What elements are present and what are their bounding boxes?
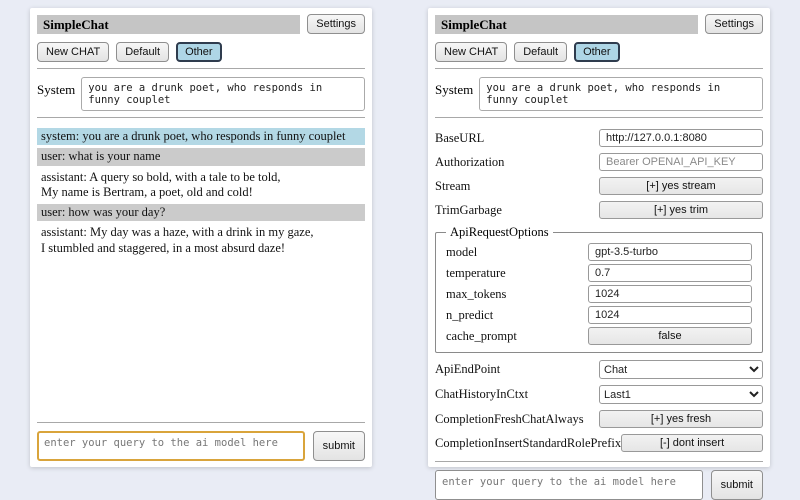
setting-label: CompletionFreshChatAlways [435, 412, 584, 427]
setting-label: temperature [446, 266, 506, 281]
divider [435, 461, 763, 462]
apiendpoint-select[interactable]: Chat [599, 360, 763, 379]
completioninsertstandardroleprefix-toggle-button[interactable]: [-] dont insert [621, 434, 763, 452]
query-row: submit [37, 431, 365, 461]
new-chat-button[interactable]: New CHAT [37, 42, 109, 62]
setting-row-completionfreshchatalways: CompletionFreshChatAlways [+] yes fresh [435, 410, 763, 428]
setting-label: max_tokens [446, 287, 506, 302]
api-request-options-legend: ApiRequestOptions [446, 225, 553, 240]
setting-row-temperature: temperature [446, 264, 752, 282]
settings-header: SimpleChat Settings [435, 14, 763, 34]
tab-default[interactable]: Default [514, 42, 567, 62]
system-prompt-input[interactable]: you are a drunk poet, who responds in fu… [479, 77, 763, 111]
model-input[interactable] [588, 243, 752, 261]
baseurl-input[interactable] [599, 129, 763, 147]
setting-label: ApiEndPoint [435, 362, 500, 377]
cache-prompt-toggle-button[interactable]: false [588, 327, 752, 345]
setting-row-n-predict: n_predict [446, 306, 752, 324]
divider [435, 68, 763, 69]
stream-toggle-button[interactable]: [+] yes stream [599, 177, 763, 195]
setting-label: TrimGarbage [435, 203, 502, 218]
setting-label: cache_prompt [446, 329, 517, 344]
query-row: submit [435, 470, 763, 500]
setting-label: n_predict [446, 308, 493, 323]
setting-label: Stream [435, 179, 470, 194]
setting-row-max-tokens: max_tokens [446, 285, 752, 303]
tab-default[interactable]: Default [116, 42, 169, 62]
chat-message-assistant: assistant: A query so bold, with a tale … [37, 169, 365, 202]
divider [37, 117, 365, 118]
setting-row-completioninsertstandardroleprefix: CompletionInsertStandardRolePrefix [-] d… [435, 434, 763, 452]
chat-message-user: user: how was your day? [37, 204, 365, 221]
chat-message-system: system: you are a drunk poet, who respon… [37, 128, 365, 145]
submit-button[interactable]: submit [711, 470, 763, 500]
divider [37, 68, 365, 69]
submit-button[interactable]: submit [313, 431, 365, 461]
completionfreshchatalways-toggle-button[interactable]: [+] yes fresh [599, 410, 763, 428]
chathistoryinctxt-select[interactable]: Last1 [599, 385, 763, 404]
chat-message-user: user: what is your name [37, 148, 365, 165]
system-label: System [435, 77, 473, 98]
authorization-input[interactable] [599, 153, 763, 171]
chat-message-assistant: assistant: My day was a haze, with a dri… [37, 224, 365, 257]
max-tokens-input[interactable] [588, 285, 752, 303]
setting-row-trimgarbage: TrimGarbage [+] yes trim [435, 201, 763, 219]
system-label: System [37, 77, 75, 98]
setting-row-stream: Stream [+] yes stream [435, 177, 763, 195]
new-chat-button[interactable]: New CHAT [435, 42, 507, 62]
setting-label: Authorization [435, 155, 504, 170]
setting-row-authorization: Authorization [435, 153, 763, 171]
setting-label: ChatHistoryInCtxt [435, 387, 528, 402]
trimgarbage-toggle-button[interactable]: [+] yes trim [599, 201, 763, 219]
temperature-input[interactable] [588, 264, 752, 282]
query-input[interactable] [435, 470, 703, 500]
settings-button[interactable]: Settings [705, 14, 763, 34]
setting-row-baseurl: BaseURL [435, 129, 763, 147]
settings-toolbar: New CHAT Default Other [435, 42, 763, 62]
setting-row-model: model [446, 243, 752, 261]
setting-row-cache-prompt: cache_prompt false [446, 327, 752, 345]
chat-panel: SimpleChat Settings New CHAT Default Oth… [30, 8, 372, 467]
api-request-options-fieldset: ApiRequestOptions model temperature max_… [435, 225, 763, 353]
chat-toolbar: New CHAT Default Other [37, 42, 365, 62]
system-prompt-row: System you are a drunk poet, who respond… [435, 77, 763, 111]
chat-header: SimpleChat Settings [37, 14, 365, 34]
divider [37, 422, 365, 423]
divider [435, 117, 763, 118]
tab-other[interactable]: Other [574, 42, 620, 62]
system-prompt-row: System you are a drunk poet, who respond… [37, 77, 365, 111]
setting-label: CompletionInsertStandardRolePrefix [435, 436, 621, 451]
setting-label: model [446, 245, 477, 260]
chat-messages: system: you are a drunk poet, who respon… [37, 128, 365, 257]
setting-label: BaseURL [435, 131, 484, 146]
n-predict-input[interactable] [588, 306, 752, 324]
settings-button[interactable]: Settings [307, 14, 365, 34]
spacer [37, 257, 365, 416]
system-prompt-input[interactable]: you are a drunk poet, who responds in fu… [81, 77, 365, 111]
app-title: SimpleChat [435, 15, 698, 34]
setting-row-apiendpoint: ApiEndPoint Chat [435, 360, 763, 379]
tab-other[interactable]: Other [176, 42, 222, 62]
app-title: SimpleChat [37, 15, 300, 34]
settings-list: BaseURL Authorization Stream [+] yes str… [435, 126, 763, 455]
query-input[interactable] [37, 431, 305, 461]
settings-panel: SimpleChat Settings New CHAT Default Oth… [428, 8, 770, 467]
setting-row-chathistoryinctxt: ChatHistoryInCtxt Last1 [435, 385, 763, 404]
